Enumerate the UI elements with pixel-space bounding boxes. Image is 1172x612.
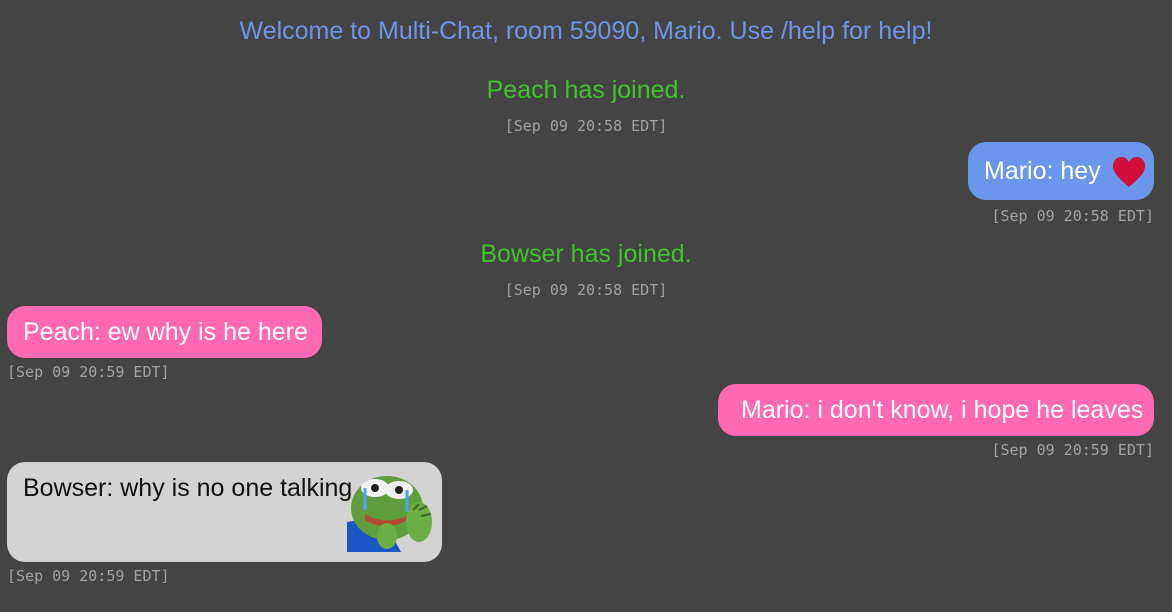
message-bubble-mario-reply[interactable]: Mario: i don't know, i hope he leaves [718, 384, 1154, 436]
message-text: Peach: ew why is he here [23, 317, 308, 346]
timestamp: [Sep 09 20:59 EDT] [7, 567, 170, 585]
timestamp: [Sep 09 20:58 EDT] [991, 207, 1154, 225]
timestamp: [Sep 09 20:58 EDT] [504, 117, 668, 135]
crying-frog-sticker [347, 476, 432, 552]
message-bubble-mario-hey[interactable]: Mario: hey [968, 142, 1154, 200]
join-notice-peach: Peach has joined. [486, 76, 686, 104]
timestamp: [Sep 09 20:59 EDT] [991, 441, 1154, 459]
message-bubble-bowser[interactable]: Bowser: why is no one talking [7, 462, 442, 562]
message-text: Bowser: why is no one talking [23, 474, 353, 502]
message-text: Mario: i don't know, i hope he leaves [741, 395, 1144, 424]
message-bubble-peach[interactable]: Peach: ew why is he here [7, 306, 322, 358]
timestamp: [Sep 09 20:59 EDT] [7, 363, 170, 381]
timestamp: [Sep 09 20:58 EDT] [504, 281, 668, 299]
welcome-message: Welcome to Multi-Chat, room 59090, Mario… [239, 17, 933, 45]
red-heart-icon [1112, 157, 1145, 187]
join-notice-bowser: Bowser has joined. [480, 240, 692, 268]
message-text: Mario: hey [984, 156, 1101, 185]
